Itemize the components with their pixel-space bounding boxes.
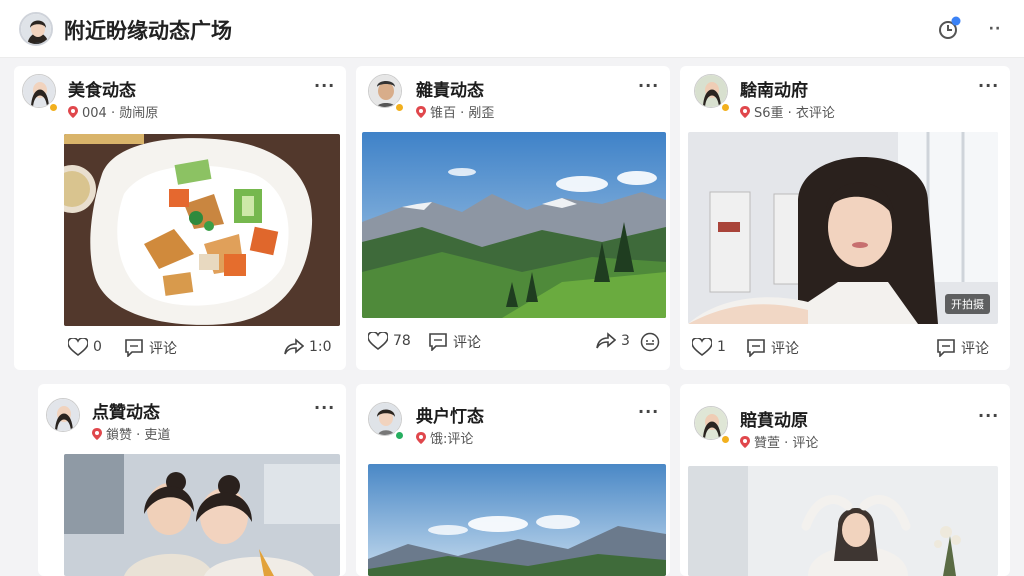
post-card[interactable]: 騇南动府 S6重 · 衣评论 ··· 开拍摄 1 评论 评论 [680,66,1010,370]
status-dot [394,430,405,441]
post-meta: 贊萱 · 评论 [740,432,818,451]
post-image-portrait[interactable] [688,466,998,576]
comment-button-secondary[interactable]: 评论 [936,338,989,358]
comment-icon [429,333,447,351]
post-meta: S6重 · 衣评论 [740,102,835,121]
heart-icon [368,332,388,350]
status-dot [394,102,405,113]
more-options-icon[interactable]: ··· [978,76,999,95]
share-button[interactable]: 1:0 [284,338,332,356]
post-card[interactable]: 賠賁动原 贊萱 · 评论 ··· [680,384,1010,576]
like-button[interactable]: 1 [692,338,726,356]
post-title: 典户忊态 [416,407,484,427]
more-options-icon[interactable]: ··· [314,398,335,417]
clock-notification-icon[interactable] [936,16,962,42]
comment-icon [747,339,765,357]
location-pin-icon [92,427,102,440]
more-options-icon[interactable]: ··· [638,402,659,421]
share-icon [596,332,616,349]
location-pin-icon [416,105,426,118]
status-dot [720,102,731,113]
like-button[interactable]: 78 [368,332,411,350]
post-image-mountain-2[interactable] [368,464,666,576]
post-meta: 004 · 勋闹原 [68,102,158,121]
post-card[interactable]: 雜責动态 锥百 · 剐歪 ··· 78 评论 3 [356,66,670,370]
emoji-button[interactable] [640,332,660,352]
post-title: 賠賁动原 [740,411,808,431]
status-dot [48,102,59,113]
post-title: 点贊动态 [92,403,160,423]
post-meta: 饿:评论 [416,428,473,447]
post-meta: 锥百 · 剐歪 [416,102,494,121]
heart-icon [692,338,712,356]
post-avatar[interactable] [46,398,80,432]
comment-icon [937,339,955,357]
more-icon[interactable]: ·· [982,16,1008,42]
share-icon [284,338,304,355]
comment-button[interactable]: 评论 [746,338,799,358]
location-pin-icon [416,431,426,444]
more-options-icon[interactable]: ··· [314,76,335,95]
post-card[interactable]: 典户忊态 饿:评论 ··· [356,384,670,576]
location-pin-icon [68,105,78,118]
page-title: 附近盼缘动态广场 [64,19,232,43]
post-card[interactable]: 点贊动态 鎖赞 · 吏道 ··· [38,384,346,576]
post-image-selfie[interactable]: 开拍摄 [688,132,998,324]
like-button[interactable]: 0 [68,338,102,356]
heart-icon [68,338,88,356]
comment-button[interactable]: 评论 [428,332,481,352]
smile-icon [640,332,660,352]
more-options-icon[interactable]: ··· [638,76,659,95]
post-title: 美食动态 [68,81,136,101]
comment-button[interactable]: 评论 [124,338,177,358]
status-dot [720,434,731,445]
user-avatar[interactable] [19,12,53,46]
post-meta: 鎖赞 · 吏道 [92,424,170,443]
location-pin-icon [740,435,750,448]
location-pin-icon [740,105,750,118]
more-options-icon[interactable]: ··· [978,406,999,425]
post-image-friends[interactable] [64,454,340,576]
post-title: 雜責动态 [416,81,484,101]
post-title: 騇南动府 [740,81,808,101]
post-card[interactable]: 美食动态 004 · 勋闹原 ··· 0 评论 1:0 [14,66,346,370]
image-overlay-label: 开拍摄 [945,294,990,314]
share-button[interactable]: 3 [596,332,630,350]
comment-icon [125,339,143,357]
post-image-mountain[interactable] [362,132,666,318]
post-image-food[interactable] [64,134,340,326]
top-bar: 附近盼缘动态广场 ·· [0,0,1024,58]
